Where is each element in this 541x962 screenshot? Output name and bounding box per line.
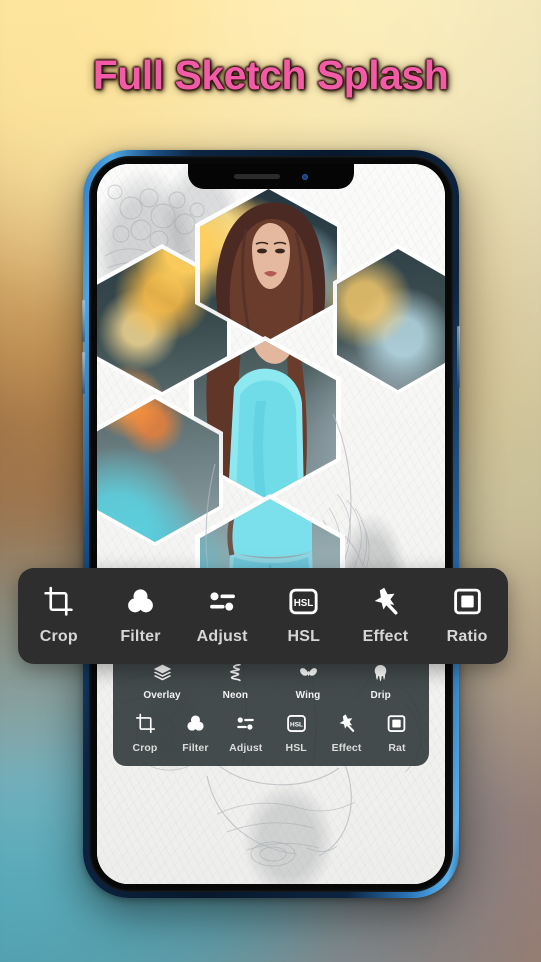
tool-label: Adjust [196,628,248,645]
filter-icon [128,589,153,613]
tool-label: HSL [287,628,321,645]
inner-tool-hsl[interactable]: HSL HSL [278,713,314,754]
inner-tool-adjust[interactable]: Adjust [228,713,264,754]
app-store-promo-screenshot: Full Sketch Splash Overlay Neon Wing Dri… [0,0,541,962]
tool-crop[interactable]: Crop [22,586,96,646]
phone-mockup: Overlay Neon Wing Drip Crop Filter Adjus… [82,150,460,898]
power-button[interactable] [457,326,460,388]
adjust-icon [237,717,255,730]
page-title: Full Sketch Splash [92,52,449,98]
volume-down-button[interactable] [82,352,85,394]
front-camera-icon [302,173,308,180]
crop-icon [44,586,74,616]
speaker-grille-icon [234,174,280,179]
inner-tool-filter[interactable]: Filter [177,713,213,754]
crop-icon [135,713,155,734]
ratio-icon [453,588,481,615]
inner-tool-crop[interactable]: Crop [127,713,163,754]
tool-filter[interactable]: Filter [103,586,177,646]
inner-tool-drip[interactable]: Drip [363,662,399,701]
inner-tool-effect[interactable]: Effect [329,713,365,754]
hsl-icon-text: HSL [294,598,314,609]
tool-adjust[interactable]: Adjust [185,586,259,646]
tool-label: Crop [39,628,78,645]
tool-hsl[interactable]: HSL HSL [267,586,341,646]
inner-editor-toolbar: Overlay Neon Wing Drip Crop Filter Adjus… [113,649,429,766]
neon-zigzag-icon [230,663,241,682]
inner-tool-label: HSL [285,742,307,754]
main-editor-toolbar: Crop Filter Adjust HSL HSL Effect Ratio [18,568,508,664]
inner-toolbar-row-effects: Overlay Neon Wing Drip [115,662,427,713]
inner-tool-label: Crop [132,742,158,754]
filter-icon [187,715,204,731]
inner-tool-wing[interactable]: Wing [290,662,326,701]
volume-up-button[interactable] [82,300,85,342]
inner-tool-label: Overlay [143,690,181,701]
tool-label: Ratio [446,628,488,645]
svg-text:HSL: HSL [290,721,303,728]
inner-tool-ratio[interactable]: Rat [379,713,415,754]
tool-effect[interactable]: Effect [348,586,422,646]
inner-toolbar-row-tools: Crop Filter Adjust HSL HSL Effect Rat [115,713,427,756]
tool-ratio[interactable]: Ratio [430,586,504,646]
hsl-icon: HSL [286,715,306,732]
inner-tool-overlay[interactable]: Overlay [143,662,181,701]
inner-tool-label: Adjust [229,742,263,754]
phone-notch [188,164,354,189]
effect-wand-icon [374,587,398,615]
adjust-icon [209,592,235,611]
tool-label: Filter [120,628,161,645]
inner-tool-label: Neon [222,690,249,701]
ratio-icon [388,715,406,732]
layers-icon [153,664,171,681]
inner-tool-label: Effect [331,742,362,754]
inner-tool-label: Drip [370,690,391,701]
inner-tool-label: Wing [295,690,321,701]
hsl-icon: HSL [289,588,318,615]
inner-tool-label: Rat [388,742,406,754]
butterfly-wing-icon [299,668,317,676]
inner-tool-label: Filter [182,742,209,754]
tool-label: Effect [362,628,409,645]
inner-tool-neon[interactable]: Neon [217,662,253,701]
effect-wand-icon [339,714,355,732]
edited-photo-canvas[interactable]: Overlay Neon Wing Drip Crop Filter Adjus… [97,164,445,884]
phone-screen: Overlay Neon Wing Drip Crop Filter Adjus… [97,164,445,884]
drip-icon [374,664,387,682]
